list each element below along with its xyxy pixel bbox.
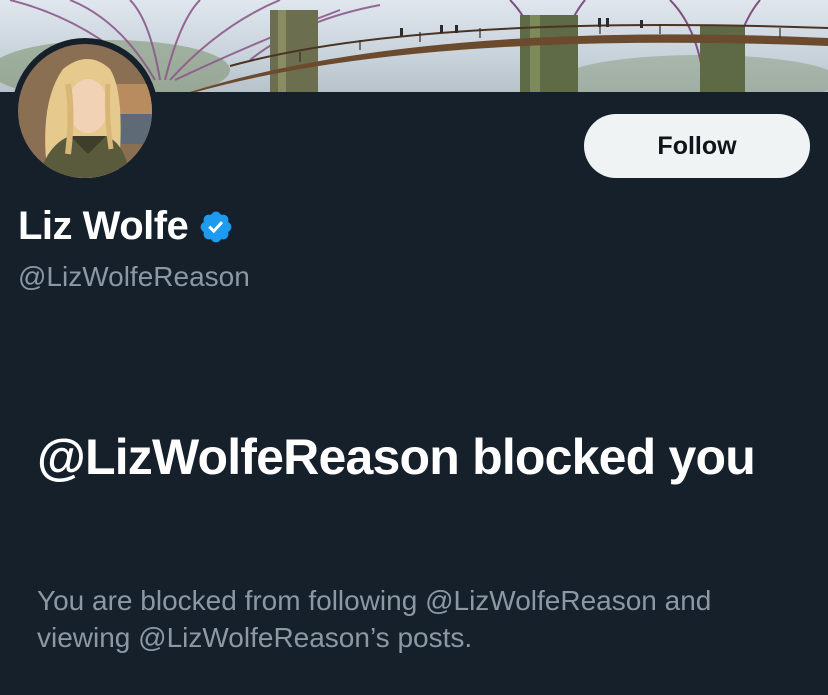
blocked-description: You are blocked from following @LizWolfe…: [37, 585, 712, 653]
blocked-heading: @LizWolfeReason blocked you: [37, 429, 756, 485]
follow-button[interactable]: Follow: [584, 114, 810, 178]
profile-handle: @LizWolfeReason: [18, 261, 250, 292]
profile-avatar[interactable]: [12, 38, 158, 184]
avatar-image: [18, 44, 152, 178]
verified-badge-icon[interactable]: [198, 209, 234, 245]
profile-name-row: Liz Wolfe: [18, 204, 234, 249]
display-name: Liz Wolfe: [18, 204, 189, 248]
